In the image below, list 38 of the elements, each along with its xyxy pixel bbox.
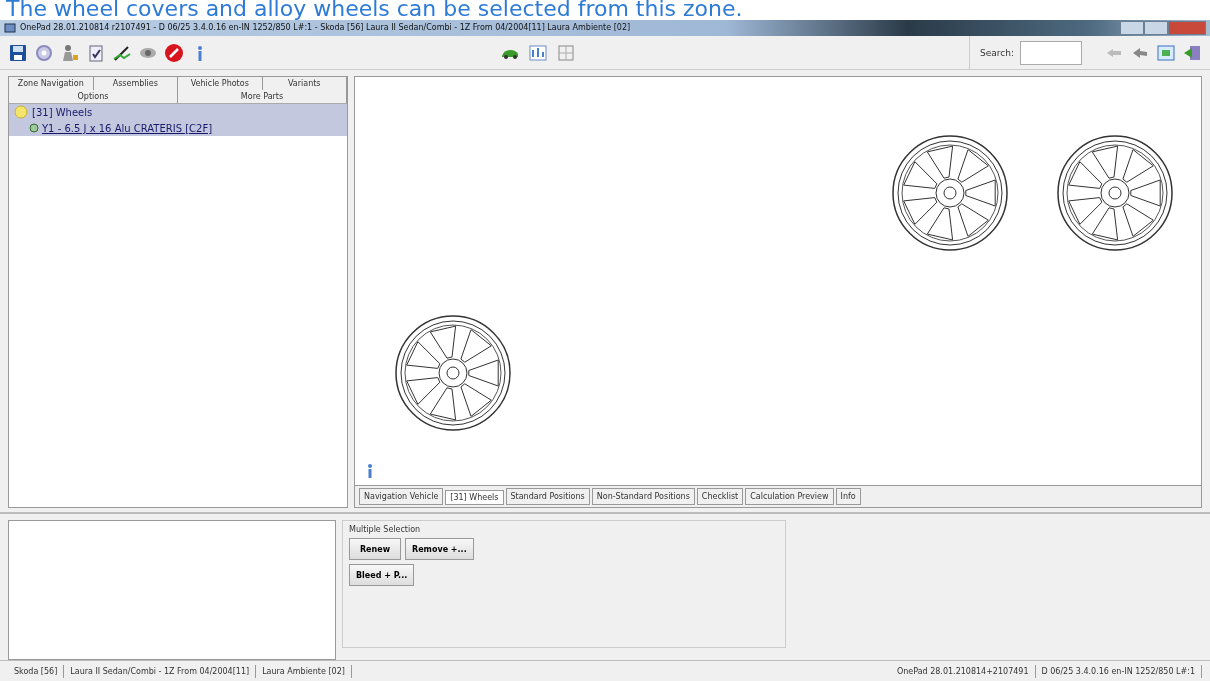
chart-icon[interactable] [528, 42, 548, 63]
tree-item[interactable]: [31] Wheels [9, 104, 347, 121]
info-icon[interactable] [365, 463, 375, 480]
status-text: D 06/25 3.4.0.16 en-IN 1252/850 L#:1 [1035, 664, 1202, 678]
action-button[interactable]: Renew [349, 538, 401, 561]
close-button[interactable] [1168, 20, 1206, 35]
tree-item[interactable]: Y1 - 6.5 J x 16 Alu CRATERIS [C2F] [9, 120, 347, 137]
tab[interactable]: Non-Standard Positions [591, 488, 695, 506]
action-button[interactable]: Remove +... [405, 538, 474, 561]
gear-icon[interactable] [34, 42, 54, 63]
tab[interactable]: [31] Wheels [445, 490, 504, 506]
tab[interactable]: Calculation Preview [745, 488, 834, 506]
tab[interactable]: Navigation Vehicle [359, 488, 444, 506]
maximize-button[interactable] [1144, 20, 1168, 35]
action-button[interactable]: Bleed + P... [349, 564, 415, 587]
tab[interactable]: Info [835, 488, 861, 506]
tab[interactable]: Standard Positions [505, 488, 590, 506]
wheel-drawing[interactable] [1055, 133, 1175, 254]
search-label: Search: [980, 47, 1014, 58]
status-text: Laura Ambiente [02] [256, 664, 352, 678]
wheel-drawing[interactable] [393, 313, 513, 434]
window-title: OnePad 28.01.210814 r2107491 - D 06/25 3.4.0.16 en-IN 1252/850 L#:1 - Skoda [56] Laura II Sedan/Combi - 1Z From 04/2004[11] Laura Ambiente [02] [20, 23, 632, 33]
status-text: Skoda [56] [8, 664, 65, 678]
window-icon[interactable] [1156, 42, 1176, 63]
app-icon [4, 21, 16, 34]
status-text: Laura II Sedan/Combi - 1Z From 04/2004[11] [64, 664, 257, 678]
person-icon[interactable] [60, 42, 80, 63]
search-field[interactable] [1020, 40, 1082, 65]
caption-text: The wheel covers and alloy wheels can be selected from this zone. [5, 0, 744, 20]
clipboard-icon[interactable] [86, 42, 106, 63]
save-icon[interactable] [8, 42, 28, 63]
minimize-button[interactable] [1120, 20, 1144, 35]
wheel-icon [29, 123, 39, 134]
status-text: OnePad 28.01.210814+2107491 [890, 664, 1036, 678]
wheel-drawing[interactable] [890, 133, 1010, 254]
folder-icon [13, 105, 29, 120]
tab[interactable]: Checklist [696, 488, 744, 506]
group-title: Multiple Selection [349, 525, 422, 535]
